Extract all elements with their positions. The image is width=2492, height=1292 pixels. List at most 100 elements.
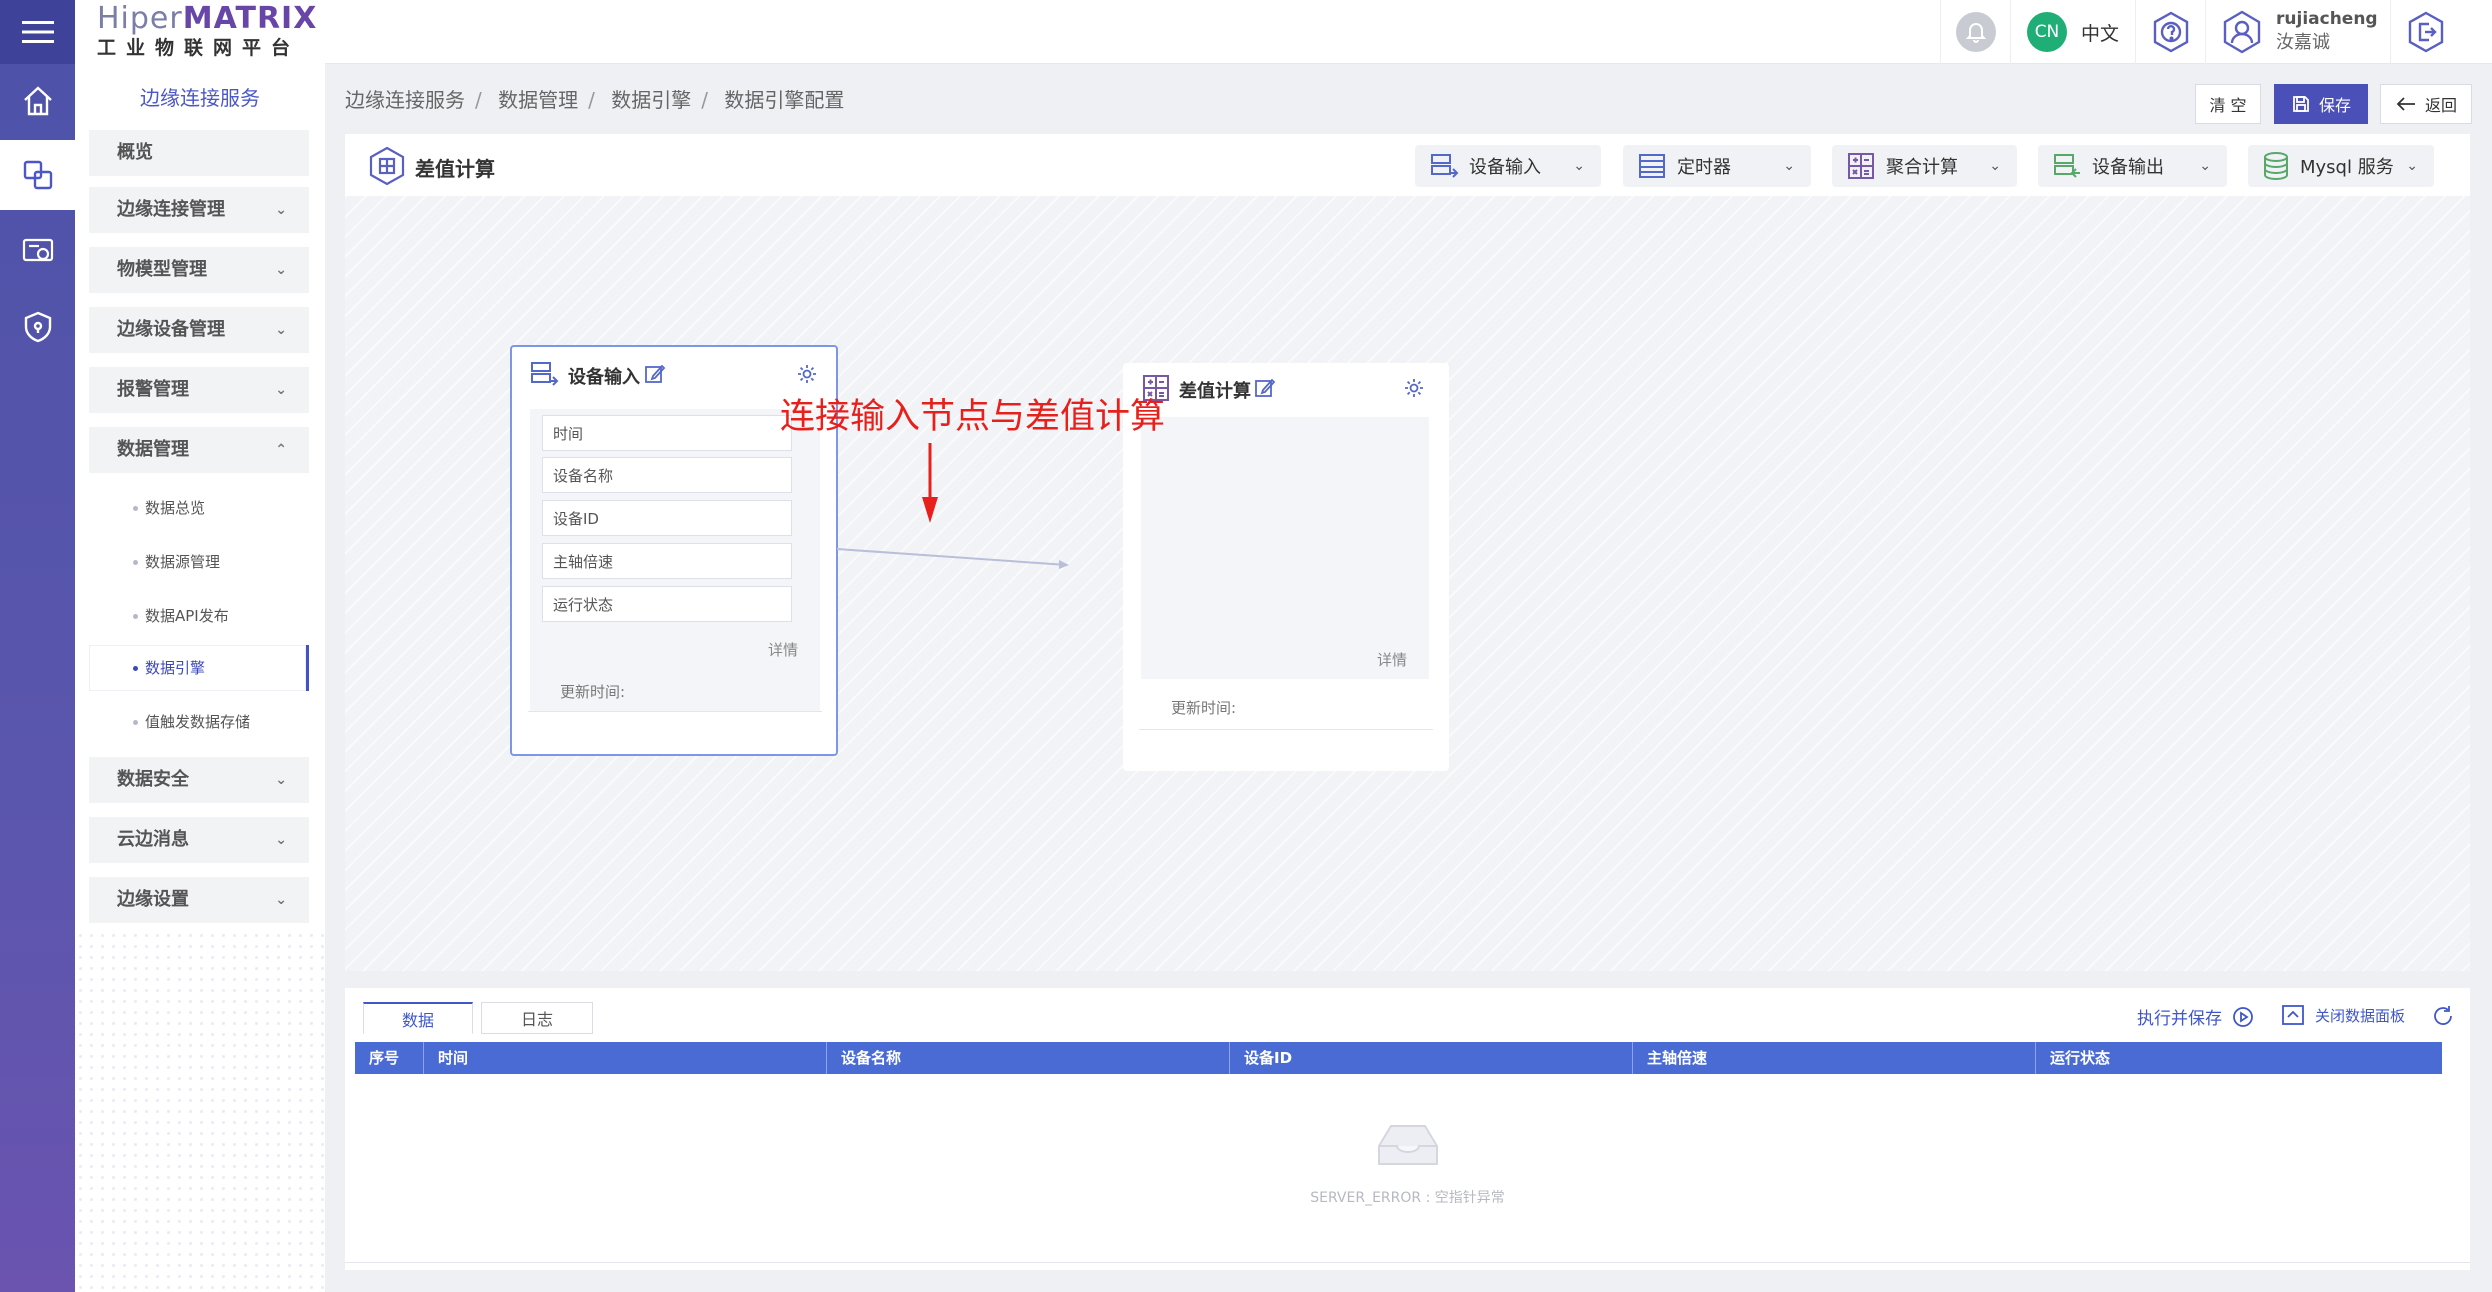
chevron-down-icon: ⌄ (2199, 158, 2211, 174)
chevron-down-icon: ⌄ (275, 772, 287, 788)
column-header: 序号 (369, 1049, 400, 1067)
toolbar-device-input-dropdown[interactable]: 设备输入 ⌄ (1415, 145, 1601, 187)
breadcrumb-current: 数据引擎配置 (724, 88, 845, 112)
home-icon (23, 86, 52, 116)
language-label: 中文 (2080, 22, 2119, 45)
device-input-icon (531, 362, 559, 386)
sidebar-subitem-data-overview[interactable]: 数据总览 (89, 485, 309, 531)
node-connector-line (836, 548, 1069, 569)
sidebar-item-data-mgmt[interactable]: 数据管理 ⌃ (89, 427, 309, 473)
edit-icon[interactable] (644, 363, 666, 385)
field-run-status[interactable]: 运行状态 (542, 586, 792, 622)
sidebar-item-cloud-msg[interactable]: 云边消息 ⌄ (89, 817, 309, 863)
update-time-label: 更新时间: (1171, 699, 1237, 717)
toolbar-mysql-dropdown[interactable]: Mysql 服务 ⌄ (2248, 145, 2434, 187)
logo-strong: MATRIX (182, 1, 318, 36)
canvas-toolbar: 差值计算 设备输入 ⌄ 定时器 ⌄ 聚合计算 ⌄ 设备输出 ⌄ Mysql 服务 ⌄ (345, 134, 2470, 196)
device-input-icon (1431, 154, 1459, 178)
back-button[interactable]: 返回 (2380, 84, 2472, 124)
sidebar-subitem-data-source[interactable]: 数据源管理 (89, 539, 309, 585)
node-divider (528, 711, 822, 712)
canvas-title: 差值计算 (415, 157, 495, 181)
toolbar-timer-dropdown[interactable]: 定时器 ⌄ (1623, 145, 1811, 187)
language-badge: CN (2026, 12, 2067, 52)
column-header: 设备名称 (826, 1042, 1229, 1074)
sidebar-subitem-data-api[interactable]: 数据API发布 (89, 593, 309, 639)
sidebar-item-thing-model[interactable]: 物模型管理 ⌄ (89, 247, 309, 293)
save-button[interactable]: 保存 (2274, 84, 2368, 124)
settings-gear-icon[interactable] (1403, 377, 1425, 399)
logo-prefix: Hiper (97, 1, 183, 36)
clear-button[interactable]: 清 空 (2195, 84, 2261, 124)
annotation-text: 连接输入节点与差值计算 (780, 397, 1166, 437)
breadcrumb-item[interactable]: 数据引擎 (611, 88, 691, 112)
logo-subtitle: 工业物联网平台 (97, 37, 301, 59)
language-switch[interactable]: CN 中文 (2010, 0, 2135, 64)
panel-bottom-border (345, 1262, 2470, 1263)
annotation-arrow (922, 443, 938, 523)
field-device-id[interactable]: 设备ID (542, 500, 792, 536)
close-data-panel-button[interactable]: 关闭数据面板 (2281, 1004, 2405, 1026)
icon-rail (0, 0, 75, 1292)
toolbar-device-output-dropdown[interactable]: 设备输出 ⌄ (2038, 145, 2227, 187)
flow-canvas[interactable]: 设备输入 时间 设备名称 设备ID 主轴倍速 运行状态 详情 更新时间: 差值计… (345, 196, 2470, 971)
settings-gear-icon[interactable] (796, 363, 818, 385)
sidebar-title: 边缘连接服务 (140, 86, 260, 110)
detail-link[interactable]: 详情 (1377, 649, 1407, 670)
notification-button[interactable] (1940, 0, 2010, 64)
rail-edge-service-button[interactable] (0, 140, 75, 210)
empty-state-message: SERVER_ERROR : 空指针异常 (1310, 1190, 1505, 1206)
run-and-save-button[interactable]: 执行并保存 (2137, 1004, 2254, 1029)
logout-button[interactable] (2390, 0, 2460, 64)
field-time[interactable]: 时间 (542, 415, 792, 451)
user-hexagon-icon (2223, 10, 2261, 54)
chevron-down-icon: ⌄ (275, 322, 287, 338)
device-output-icon (2054, 154, 2080, 178)
sidebar-item-data-security[interactable]: 数据安全 ⌄ (89, 757, 309, 803)
user-display-name: 汝嘉诚 (2276, 32, 2330, 53)
rail-security-button[interactable] (0, 292, 75, 362)
node-title: 设备输入 (568, 367, 640, 388)
sidebar-item-edge-device[interactable]: 边缘设备管理 ⌄ (89, 307, 309, 353)
tab-data[interactable]: 数据 (363, 1002, 473, 1034)
tab-log[interactable]: 日志 (481, 1002, 593, 1034)
sidebar-item-edge-settings[interactable]: 边缘设置 ⌄ (89, 877, 309, 923)
security-shield-icon (24, 311, 51, 343)
sidebar-item-overview[interactable]: 概览 (89, 130, 309, 176)
chevron-down-icon: ⌄ (1573, 158, 1585, 174)
field-list-empty: 详情 (1141, 417, 1429, 679)
detail-link[interactable]: 详情 (768, 639, 798, 660)
chevron-down-icon: ⌄ (275, 262, 287, 278)
sidebar: HiperMATRIX 工业物联网平台 边缘连接服务 概览 边缘连接管理 ⌄ 物模… (75, 0, 325, 1292)
sidebar-item-alarm[interactable]: 报警管理 ⌄ (89, 367, 309, 413)
sidebar-subitem-data-engine[interactable]: 数据引擎 (89, 645, 309, 691)
user-menu[interactable]: rujiacheng 汝嘉诚 (2205, 0, 2390, 64)
rail-monitor-button[interactable] (0, 216, 75, 286)
chevron-down-icon: ⌄ (275, 382, 287, 398)
breadcrumb-item[interactable]: 数据管理 (498, 88, 578, 112)
top-header: CN 中文 rujiacheng 汝嘉诚 (325, 0, 2492, 64)
refresh-icon[interactable] (2431, 1004, 2455, 1028)
chevron-down-icon: ⌄ (1989, 158, 2001, 174)
help-button[interactable] (2135, 0, 2205, 64)
chevron-down-icon: ⌄ (275, 832, 287, 848)
node-title: 差值计算 (1179, 381, 1251, 402)
menu-toggle-button[interactable] (0, 0, 75, 64)
chevron-down-icon: ⌄ (1783, 158, 1795, 174)
toolbar-aggregate-dropdown[interactable]: 聚合计算 ⌄ (1832, 145, 2017, 187)
bell-icon (1955, 12, 1996, 52)
node-diff-calc[interactable]: 差值计算 详情 更新时间: (1123, 363, 1449, 771)
sidebar-item-edge-connect[interactable]: 边缘连接管理 ⌄ (89, 187, 309, 233)
rail-home-button[interactable] (0, 66, 75, 136)
column-header: 设备ID (1229, 1042, 1632, 1074)
aggregate-calc-icon (1848, 153, 1874, 179)
breadcrumb-item[interactable]: 边缘连接服务 (345, 88, 465, 112)
sidebar-subitem-value-trigger[interactable]: 值触发数据存储 (89, 699, 309, 745)
field-device-name[interactable]: 设备名称 (542, 457, 792, 493)
field-spindle-speed[interactable]: 主轴倍速 (542, 543, 792, 579)
brand-logo: HiperMATRIX 工业物联网平台 (97, 1, 316, 64)
flow-hexagon-icon (369, 146, 405, 186)
edit-icon[interactable] (1254, 377, 1276, 399)
column-header: 时间 (423, 1042, 826, 1074)
logout-hexagon-icon (2408, 11, 2443, 53)
